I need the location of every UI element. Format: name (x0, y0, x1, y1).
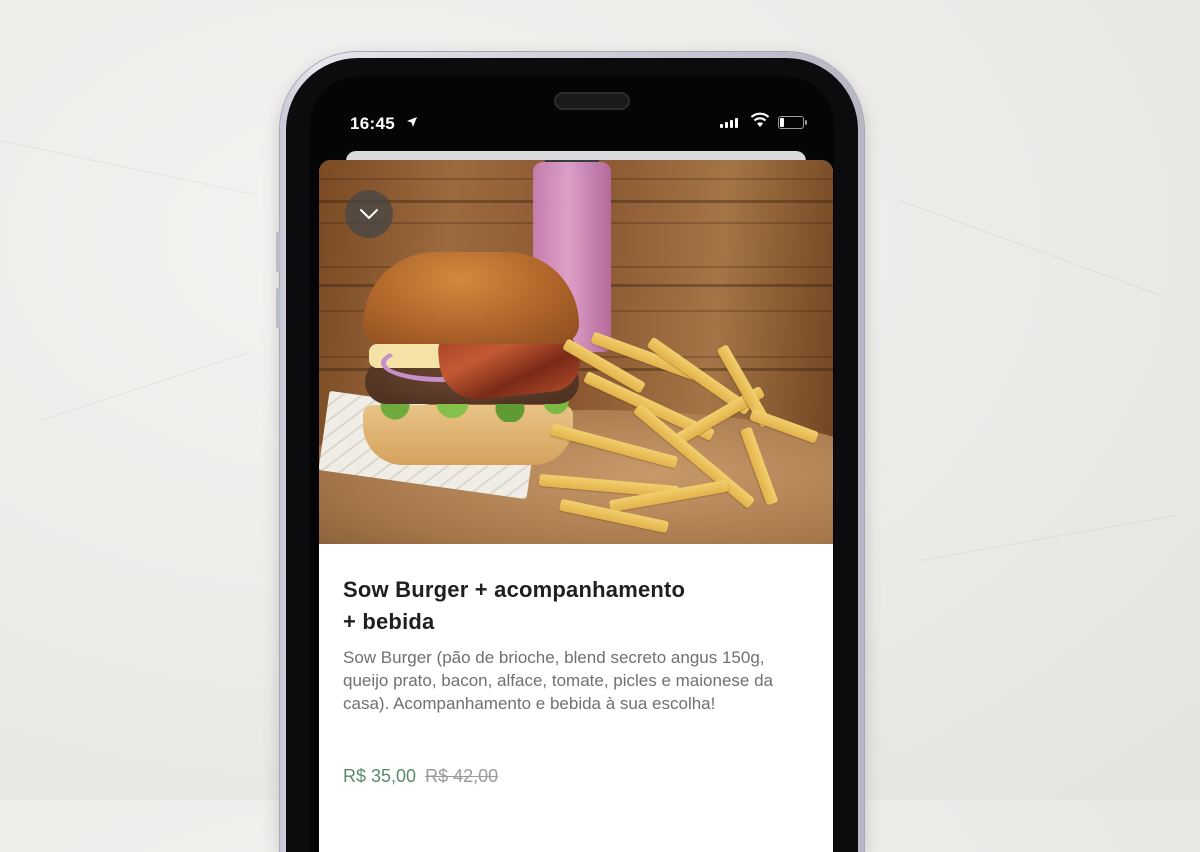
marble-vein (0, 140, 255, 196)
signal-icon (720, 118, 738, 128)
product-title-line1: Sow Burger + acompanhamento (343, 577, 686, 602)
marble-vein (919, 514, 1177, 561)
battery-icon (778, 116, 807, 129)
burger-bun-top (363, 252, 579, 344)
marble-vein (39, 352, 250, 421)
price-row: R$ 35,00 R$ 42,00 (343, 766, 498, 787)
volume-up-button (276, 232, 280, 272)
product-title: Sow Burger + acompanhamento + bebida (343, 574, 813, 638)
wifi-icon (750, 112, 770, 127)
price-original: R$ 42,00 (425, 766, 499, 786)
status-time: 16:45 (350, 114, 395, 133)
collapse-button[interactable] (345, 190, 393, 238)
marble-vein (899, 200, 1164, 297)
product-description: Sow Burger (pão de brioche, blend secret… (343, 648, 773, 713)
earpiece-speaker (554, 92, 630, 110)
price-current: R$ 35,00 (343, 766, 417, 786)
product-title-line2: + bebida (343, 609, 435, 634)
product-image (319, 160, 833, 544)
phone-device: 16:45 Sow Burger + acompanhamento + bebi… (276, 52, 864, 852)
phone-screen: 16:45 Sow Burger + acompanhamento + bebi… (310, 76, 834, 852)
volume-down-button (276, 288, 280, 328)
product-detail-sheet: Sow Burger + acompanhamento + bebida Sow… (319, 160, 833, 852)
location-arrow-icon (407, 117, 417, 127)
french-fries (519, 331, 819, 534)
phone-bezel: 16:45 Sow Burger + acompanhamento + bebi… (286, 58, 858, 852)
chevron-down-icon (360, 209, 378, 219)
